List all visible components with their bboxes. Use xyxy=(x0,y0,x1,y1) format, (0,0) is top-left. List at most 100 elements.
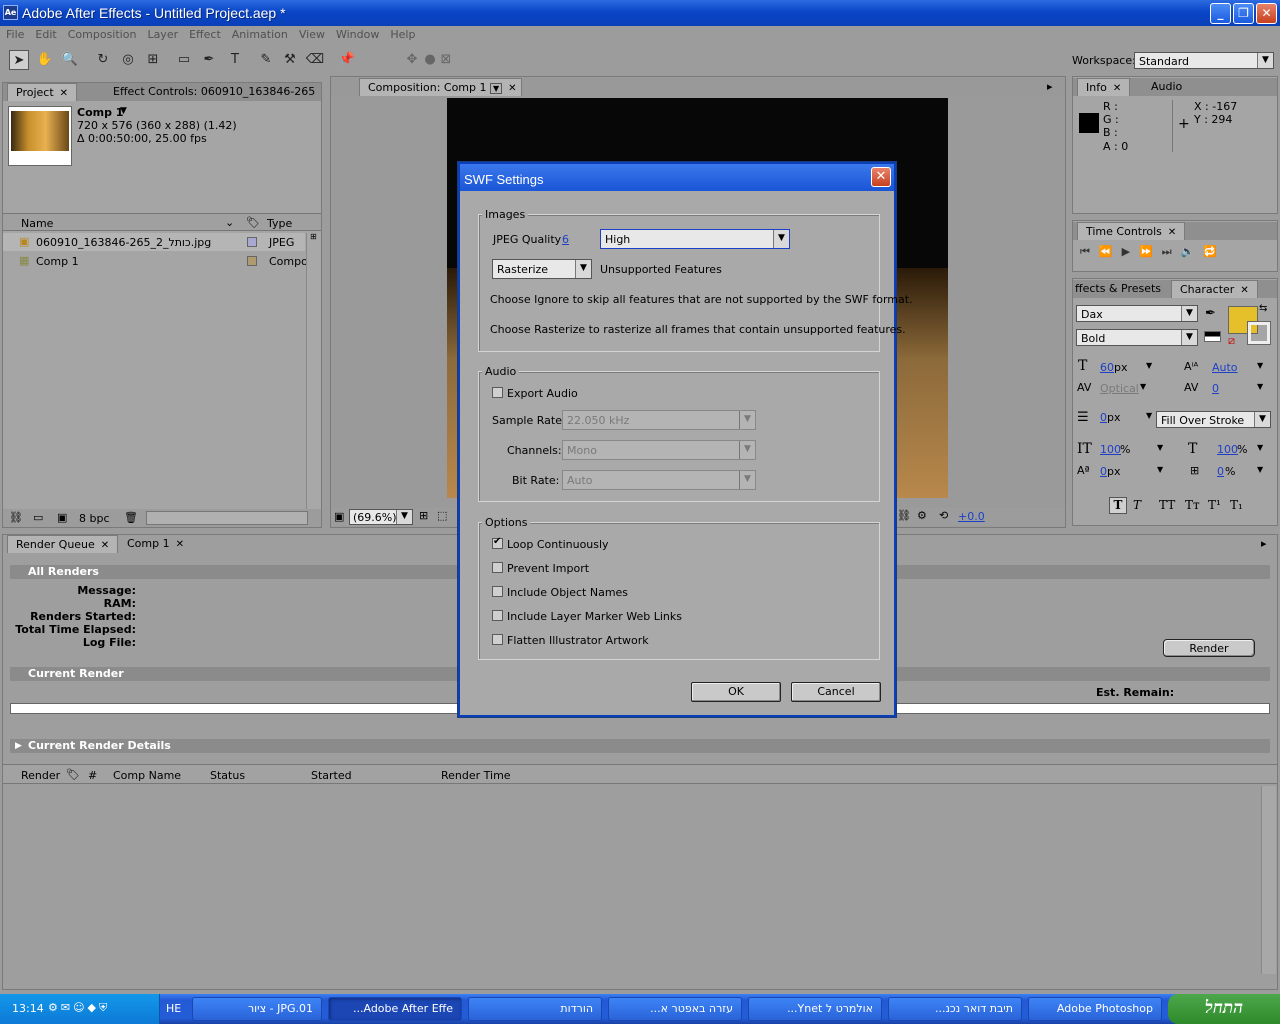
interpret-footage-icon[interactable]: ⛓ xyxy=(9,511,23,524)
stroke-mode-select[interactable]: Fill Over Stroke ▼ xyxy=(1156,411,1271,428)
vertical-scale-chevron-icon[interactable]: ▼ xyxy=(1157,443,1163,452)
superscript-button[interactable]: T¹ xyxy=(1208,498,1221,512)
column-comp-name[interactable]: Comp Name xyxy=(113,769,181,782)
include-object-names-checkbox[interactable] xyxy=(492,586,503,597)
label-column-icon[interactable]: 🏷 xyxy=(66,768,80,781)
taskbar-button-photoshop[interactable]: Adobe Photoshop xyxy=(1028,997,1162,1021)
view-axis-icon[interactable]: ⊠ xyxy=(436,50,456,70)
selection-tool-icon[interactable]: ➤ xyxy=(9,50,29,70)
stroke-width-value[interactable]: 0 xyxy=(1100,411,1107,424)
close-icon[interactable]: ✕ xyxy=(176,539,184,550)
include-layer-marker-web-links-checkbox[interactable] xyxy=(492,610,503,621)
baseline-shift-value[interactable]: 0 xyxy=(1100,465,1107,478)
previous-frame-icon[interactable]: ⏪ xyxy=(1099,245,1122,258)
snapshot-icon[interactable]: ⛓ xyxy=(897,509,911,522)
project-scrollbar[interactable]: ⊞ xyxy=(306,232,321,509)
horizontal-scale-chevron-icon[interactable]: ▼ xyxy=(1257,443,1263,452)
column-name[interactable]: Name xyxy=(21,217,53,230)
new-folder-icon[interactable]: ▭ xyxy=(33,511,43,524)
kerning-chevron-icon[interactable]: ▼ xyxy=(1140,382,1146,391)
flowchart-icon[interactable]: ⊞ xyxy=(310,232,317,241)
tray-icons[interactable]: ⚙✉☺◆⛨ xyxy=(48,1001,110,1015)
taskbar-button-ynet[interactable]: ...Ynet אולמרט ל xyxy=(748,997,882,1021)
swap-colors-icon[interactable]: ⇆ xyxy=(1259,303,1267,314)
menu-view[interactable]: View xyxy=(293,26,330,41)
rectangle-mask-tool-icon[interactable]: ▭ xyxy=(174,50,194,70)
close-icon[interactable]: ✕ xyxy=(101,540,109,551)
close-icon[interactable]: ✕ xyxy=(508,83,516,94)
all-caps-button[interactable]: TT xyxy=(1159,498,1175,512)
channels-select[interactable]: Mono ▼ xyxy=(562,440,756,460)
axis-mode-icon[interactable]: ✥ xyxy=(402,50,422,70)
zoom-tool-icon[interactable]: 🔍 xyxy=(60,50,80,70)
type-tool-icon[interactable]: T xyxy=(225,50,245,70)
tab-project[interactable]: Project ✕ xyxy=(7,83,78,101)
eraser-tool-icon[interactable]: ⌫ xyxy=(305,50,325,70)
tracking-value[interactable]: 0 xyxy=(1212,382,1219,395)
panel-menu-icon[interactable]: ▸ xyxy=(1047,80,1053,93)
taskbar-button-after-effects[interactable]: ...Adobe After Effe xyxy=(328,997,462,1021)
no-color-icon[interactable]: ⧄ xyxy=(1228,334,1235,348)
tab-character[interactable]: Character ✕ xyxy=(1171,280,1258,298)
tab-audio[interactable]: Audio xyxy=(1143,78,1190,96)
horizontal-scrollbar[interactable] xyxy=(146,511,308,525)
label-column-icon[interactable]: 🏷 xyxy=(246,216,260,229)
last-frame-icon[interactable]: ⏭ xyxy=(1162,245,1181,258)
leading-value[interactable]: Auto xyxy=(1212,361,1238,374)
comp-menu-chevron-icon[interactable]: ▼ xyxy=(120,106,127,116)
jpeg-quality-value[interactable]: 6 xyxy=(562,233,569,246)
menu-edit[interactable]: Edit xyxy=(29,26,61,41)
tab-effect-controls[interactable]: Effect Controls: 060910_163846-265 xyxy=(105,83,323,101)
menu-file[interactable]: File xyxy=(0,26,29,41)
font-family-select[interactable]: Dax ▼ xyxy=(1076,305,1198,322)
minimize-button[interactable]: _ xyxy=(1210,3,1231,24)
mask-visibility-icon[interactable]: ⬚ xyxy=(437,509,447,522)
jpeg-quality-select[interactable]: High ▼ xyxy=(600,229,790,249)
render-button[interactable]: Render xyxy=(1163,639,1255,657)
font-size-value[interactable]: 60 xyxy=(1100,361,1114,374)
maximize-button[interactable]: ❐ xyxy=(1233,3,1254,24)
stroke-width-chevron-icon[interactable]: ▼ xyxy=(1146,411,1152,420)
flowchart-icon[interactable]: ⚙ xyxy=(917,509,927,522)
faux-italic-button[interactable]: T xyxy=(1133,498,1141,512)
column-number[interactable]: # xyxy=(88,769,97,782)
pan-behind-tool-icon[interactable]: ⊞ xyxy=(143,50,163,70)
current-render-details-header[interactable]: ▶ Current Render Details xyxy=(10,739,1270,753)
brush-tool-icon[interactable]: ✎ xyxy=(256,50,276,70)
play-icon[interactable]: ▶ xyxy=(1122,245,1139,258)
unsupported-features-select[interactable]: Rasterize ▼ xyxy=(492,259,592,279)
project-row-jpg[interactable]: ▣ 060910_163846-265_2_כותל.jpg JPEG xyxy=(3,233,305,251)
trash-icon[interactable]: 🗑 xyxy=(124,511,138,524)
bpc-toggle[interactable]: 8 bpc xyxy=(79,512,110,525)
tsume-value[interactable]: 0 xyxy=(1217,465,1224,478)
workspace-select[interactable]: Standard ▼ xyxy=(1134,52,1274,69)
ok-button[interactable]: OK xyxy=(691,682,781,702)
hand-tool-icon[interactable]: ✋ xyxy=(35,50,55,70)
column-type[interactable]: Type xyxy=(267,217,292,230)
tab-info[interactable]: Info ✕ xyxy=(1077,78,1131,96)
flatten-illustrator-artwork-checkbox[interactable] xyxy=(492,634,503,645)
kerning-value[interactable]: Optical xyxy=(1100,382,1139,395)
grid-icon[interactable]: ⊞ xyxy=(419,509,428,522)
leading-chevron-icon[interactable]: ▼ xyxy=(1257,361,1263,370)
close-icon[interactable]: ✕ xyxy=(60,88,68,99)
sort-chevron-icon[interactable]: ⌄ xyxy=(225,216,234,229)
label-color-swatch[interactable] xyxy=(247,256,257,266)
tsume-chevron-icon[interactable]: ▼ xyxy=(1257,465,1263,474)
font-size-chevron-icon[interactable]: ▼ xyxy=(1146,361,1152,370)
clock[interactable]: 13:14 xyxy=(12,1002,44,1015)
project-row-comp[interactable]: ▦ Comp 1 Compos xyxy=(3,252,314,270)
close-icon[interactable]: ✕ xyxy=(1168,227,1176,238)
sample-rate-select[interactable]: 22.050 kHz ▼ xyxy=(562,410,756,430)
baseline-shift-chevron-icon[interactable]: ▼ xyxy=(1157,465,1163,474)
prevent-import-checkbox[interactable] xyxy=(492,562,503,573)
taskbar-button-inbox[interactable]: ...תיבת דואר נכנ xyxy=(888,997,1022,1021)
always-preview-icon[interactable]: ▣ xyxy=(334,510,344,523)
rotate-tool-icon[interactable]: ↻ xyxy=(93,50,113,70)
menu-help[interactable]: Help xyxy=(384,26,420,41)
dialog-close-button[interactable]: ✕ xyxy=(871,167,891,187)
tab-render-queue[interactable]: Render Queue ✕ xyxy=(7,535,119,553)
horizontal-scale-value[interactable]: 100 xyxy=(1217,443,1238,456)
render-queue-scrollbar[interactable] xyxy=(1261,786,1276,974)
black-white-icon[interactable] xyxy=(1204,331,1221,342)
